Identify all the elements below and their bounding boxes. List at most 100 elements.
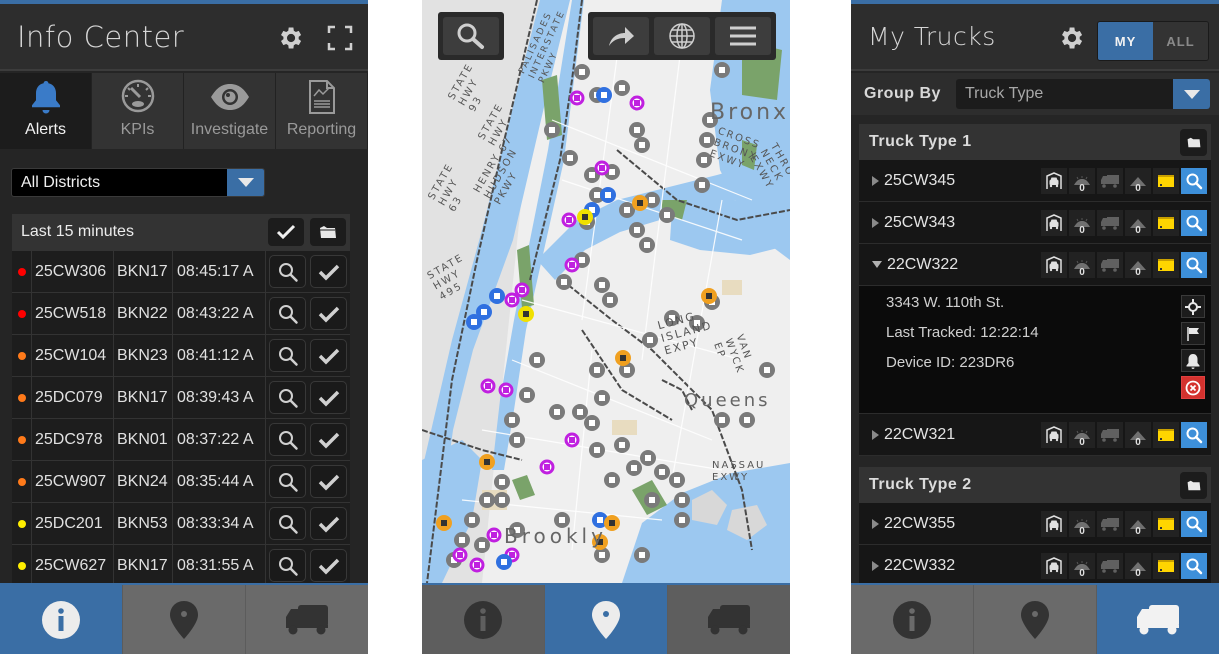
garage-status[interactable] bbox=[1041, 210, 1067, 236]
investigate-button[interactable] bbox=[269, 549, 306, 582]
nav-map-button[interactable] bbox=[974, 585, 1097, 654]
alert-button[interactable] bbox=[1181, 349, 1205, 372]
fuel-status[interactable] bbox=[1153, 511, 1179, 537]
alert-row[interactable]: 25DC201 BKN53 08:33:34 A bbox=[12, 502, 350, 544]
salt-count[interactable]: 0 bbox=[1069, 252, 1095, 278]
salt-count[interactable]: 0 bbox=[1069, 210, 1095, 236]
menu-button[interactable] bbox=[715, 17, 771, 55]
locate-button[interactable] bbox=[1181, 295, 1205, 318]
group-header[interactable]: Truck Type 1 bbox=[859, 124, 1211, 160]
garage-status[interactable] bbox=[1041, 168, 1067, 194]
acknowledge-button[interactable] bbox=[310, 507, 347, 540]
alert-row[interactable]: 25CW306 BKN17 08:45:17 A bbox=[12, 250, 350, 292]
locate-truck-button[interactable] bbox=[1181, 511, 1207, 537]
investigate-button[interactable] bbox=[269, 423, 306, 456]
investigate-button[interactable] bbox=[269, 507, 306, 540]
nav-map-button[interactable] bbox=[545, 585, 668, 654]
group-collapse-button[interactable] bbox=[1180, 472, 1207, 499]
plow-count[interactable]: 0 bbox=[1125, 511, 1151, 537]
acknowledge-button[interactable] bbox=[310, 423, 347, 456]
fullscreen-button[interactable] bbox=[324, 22, 356, 54]
collapse-all-button[interactable] bbox=[310, 218, 346, 246]
acknowledge-all-button[interactable] bbox=[268, 218, 304, 246]
plow-count[interactable]: 0 bbox=[1125, 422, 1151, 448]
chevron-right-icon[interactable] bbox=[872, 217, 879, 228]
nav-info-button[interactable] bbox=[851, 585, 974, 654]
district-select[interactable]: All Districts bbox=[11, 168, 265, 197]
acknowledge-button[interactable] bbox=[310, 297, 347, 330]
group-by-toggle[interactable] bbox=[1173, 79, 1210, 109]
truck-row[interactable]: 25CW343 0 0 bbox=[859, 202, 1211, 244]
tab-investigate[interactable]: Investigate bbox=[184, 73, 276, 149]
plow-status[interactable] bbox=[1097, 168, 1123, 194]
garage-status[interactable] bbox=[1041, 553, 1067, 579]
fuel-status[interactable] bbox=[1153, 422, 1179, 448]
plow-status[interactable] bbox=[1097, 210, 1123, 236]
locate-truck-button[interactable] bbox=[1181, 168, 1207, 194]
locate-truck-button[interactable] bbox=[1181, 422, 1207, 448]
fuel-status[interactable] bbox=[1153, 210, 1179, 236]
chevron-right-icon[interactable] bbox=[872, 560, 879, 571]
share-button[interactable] bbox=[593, 17, 649, 55]
nav-trucks-button[interactable] bbox=[668, 585, 790, 654]
map-search-button[interactable] bbox=[443, 17, 499, 55]
alert-row[interactable]: 25DC978 BKN01 08:37:22 A bbox=[12, 418, 350, 460]
acknowledge-button[interactable] bbox=[310, 339, 347, 372]
tab-reporting[interactable]: Reporting bbox=[276, 73, 368, 149]
truck-row[interactable]: 25CW345 0 0 bbox=[859, 160, 1211, 202]
group-by-select[interactable]: Truck Type bbox=[956, 79, 1210, 109]
nav-map-button[interactable] bbox=[123, 585, 246, 654]
plow-count[interactable]: 0 bbox=[1125, 168, 1151, 194]
acknowledge-button[interactable] bbox=[310, 381, 347, 414]
settings-button[interactable] bbox=[274, 22, 306, 54]
chevron-right-icon[interactable] bbox=[872, 429, 879, 440]
locate-truck-button[interactable] bbox=[1181, 210, 1207, 236]
nav-info-button[interactable] bbox=[422, 585, 545, 654]
acknowledge-button[interactable] bbox=[310, 549, 347, 582]
chevron-down-icon[interactable] bbox=[872, 261, 882, 268]
investigate-button[interactable] bbox=[269, 297, 306, 330]
plow-status[interactable] bbox=[1097, 422, 1123, 448]
tab-kpis[interactable]: KPIs bbox=[92, 73, 184, 149]
truck-row[interactable]: 22CW355 0 0 bbox=[859, 503, 1211, 545]
alert-row[interactable]: 25DC079 BKN17 08:39:43 A bbox=[12, 376, 350, 418]
chevron-right-icon[interactable] bbox=[872, 518, 879, 529]
toggle-my[interactable]: MY bbox=[1098, 22, 1153, 60]
locate-truck-button[interactable] bbox=[1181, 252, 1207, 278]
plow-count[interactable]: 0 bbox=[1125, 210, 1151, 236]
salt-count[interactable]: 0 bbox=[1069, 422, 1095, 448]
toggle-all[interactable]: ALL bbox=[1153, 22, 1208, 60]
remove-button[interactable] bbox=[1181, 376, 1205, 399]
district-select-toggle[interactable] bbox=[227, 169, 264, 196]
plow-status[interactable] bbox=[1097, 553, 1123, 579]
salt-count[interactable]: 0 bbox=[1069, 553, 1095, 579]
fuel-status[interactable] bbox=[1153, 168, 1179, 194]
truck-row[interactable]: 22CW322 0 0 bbox=[859, 244, 1211, 286]
garage-status[interactable] bbox=[1041, 422, 1067, 448]
group-header[interactable]: Truck Type 2 bbox=[859, 467, 1211, 503]
investigate-button[interactable] bbox=[269, 339, 306, 372]
alert-row[interactable]: 25CW627 BKN17 08:31:55 A bbox=[12, 544, 350, 586]
salt-count[interactable]: 0 bbox=[1069, 511, 1095, 537]
locate-truck-button[interactable] bbox=[1181, 553, 1207, 579]
flag-button[interactable] bbox=[1181, 322, 1205, 345]
alert-row[interactable]: 25CW518 BKN22 08:43:22 A bbox=[12, 292, 350, 334]
chevron-right-icon[interactable] bbox=[872, 175, 879, 186]
investigate-button[interactable] bbox=[269, 465, 306, 498]
plow-status[interactable] bbox=[1097, 511, 1123, 537]
plow-count[interactable]: 0 bbox=[1125, 553, 1151, 579]
basemap-button[interactable] bbox=[654, 17, 710, 55]
fuel-status[interactable] bbox=[1153, 553, 1179, 579]
fuel-status[interactable] bbox=[1153, 252, 1179, 278]
alert-row[interactable]: 25CW907 BKN24 08:35:44 A bbox=[12, 460, 350, 502]
truck-row[interactable]: 22CW332 0 0 bbox=[859, 545, 1211, 587]
nav-trucks-button[interactable] bbox=[246, 585, 368, 654]
truck-row[interactable]: 22CW321 0 0 bbox=[859, 414, 1211, 456]
acknowledge-button[interactable] bbox=[310, 465, 347, 498]
acknowledge-button[interactable] bbox=[310, 255, 347, 288]
plow-count[interactable]: 0 bbox=[1125, 252, 1151, 278]
investigate-button[interactable] bbox=[269, 255, 306, 288]
settings-button[interactable] bbox=[1055, 22, 1087, 54]
tab-alerts[interactable]: Alerts bbox=[0, 73, 92, 149]
nav-info-button[interactable] bbox=[0, 585, 123, 654]
